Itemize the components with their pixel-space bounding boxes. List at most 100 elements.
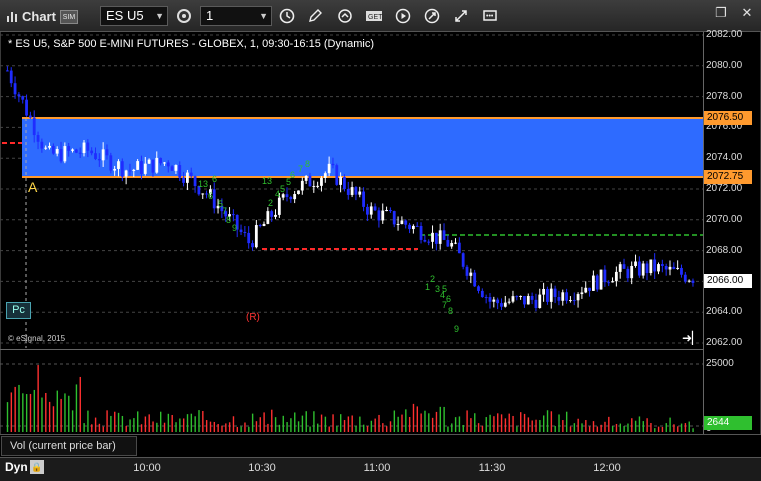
volume-bar: [251, 413, 254, 432]
candle-body: [320, 177, 323, 186]
candle-body: [151, 159, 155, 173]
candle-body: [247, 232, 251, 244]
restore-button[interactable]: ❐: [712, 4, 730, 22]
volume-bar: [504, 418, 507, 432]
candle-body: [672, 266, 676, 269]
price-axis-label: 2078.00: [706, 90, 743, 102]
price-axis-label: 2070.00: [706, 213, 743, 225]
volume-bar: [125, 425, 127, 432]
candle-body: [136, 161, 140, 170]
link-settings-icon[interactable]: [173, 5, 195, 27]
close-button[interactable]: ✕: [738, 4, 756, 22]
price-chart[interactable]: A (R) 13 6657891324 5567 8123456789: [0, 32, 703, 348]
volume-axis-top: 25000: [706, 358, 734, 369]
candle-body: [676, 267, 680, 269]
cursor-tool-icon[interactable]: [450, 5, 472, 27]
candle-body: [584, 287, 588, 293]
sim-badge: SIM: [60, 10, 78, 24]
pencil-icon[interactable]: [304, 5, 326, 27]
volume-bar: [255, 421, 258, 432]
volume-bar: [25, 394, 28, 432]
candle-body: [13, 83, 17, 95]
symbol-select[interactable]: ES U5 ▼: [100, 6, 168, 26]
volume-bar: [129, 419, 131, 432]
svg-text:GET: GET: [368, 14, 383, 21]
refresh-icon[interactable]: [334, 5, 356, 27]
volume-bar: [236, 426, 238, 432]
candle-body: [51, 145, 55, 154]
interval-select[interactable]: 1 ▼: [200, 6, 272, 26]
candle-body: [147, 159, 151, 164]
volume-bar: [535, 419, 537, 432]
volume-bar: [523, 413, 526, 432]
play-icon[interactable]: [392, 5, 414, 27]
candle-body: [239, 229, 243, 233]
candle-body: [392, 211, 396, 225]
volume-bar: [37, 365, 39, 432]
volume-bar: [393, 410, 396, 432]
volume-bar: [554, 426, 556, 432]
candle-body: [480, 290, 484, 298]
candle-body: [105, 149, 109, 156]
volume-pane-label[interactable]: Vol (current price bar): [1, 436, 137, 456]
scroll-to-end-icon[interactable]: ➜▏: [682, 331, 701, 345]
candle-body: [178, 165, 182, 178]
count-label: 2: [430, 274, 435, 284]
dyn-label[interactable]: Dyn: [5, 460, 28, 474]
candle-body: [396, 223, 400, 225]
candle-body: [201, 193, 205, 195]
count-label: 6: [290, 170, 295, 180]
volume-bar: [374, 418, 376, 432]
more-icon[interactable]: •••: [479, 5, 501, 27]
candle-body: [90, 150, 94, 154]
volume-bar: [75, 384, 78, 432]
opening-range-band: [22, 118, 703, 177]
candle-body: [484, 297, 488, 299]
volume-bar: [225, 423, 227, 432]
candle-body: [189, 172, 193, 177]
price-axis-label: 2064.00: [706, 306, 743, 318]
volume-bar: [489, 414, 491, 432]
volume-bar: [431, 417, 434, 432]
candle-body: [281, 194, 285, 198]
candle-body: [285, 194, 289, 198]
candle-body: [618, 264, 622, 272]
volume-bar: [604, 421, 606, 432]
volume-bar: [313, 411, 315, 432]
volume-bar: [558, 414, 560, 432]
candle-body: [530, 295, 534, 300]
candle-body: [434, 232, 438, 244]
candle-body: [308, 175, 312, 187]
candle-body: [641, 263, 645, 276]
volume-bar: [18, 384, 20, 432]
candle-body: [362, 191, 365, 207]
volume-bar: [33, 389, 36, 432]
volume-bar: [83, 423, 85, 432]
volume-bar: [573, 423, 576, 432]
candle-body: [588, 287, 591, 291]
volume-bar: [562, 420, 564, 432]
candle-body: [683, 274, 687, 282]
candle-body: [78, 152, 82, 154]
app-title: Chart: [22, 8, 56, 24]
candle-body: [645, 263, 649, 274]
volume-bar: [569, 426, 572, 432]
get-icon[interactable]: GET: [363, 5, 385, 27]
volume-chart[interactable]: [0, 350, 703, 434]
pc-button[interactable]: Pc: [6, 302, 31, 319]
candle-body: [523, 295, 526, 305]
volume-bar: [336, 426, 338, 432]
candle-body: [327, 163, 331, 174]
lock-icon[interactable]: 🔒: [30, 460, 44, 474]
volume-bar: [405, 409, 407, 432]
candle-body: [511, 296, 515, 302]
volume-bar: [79, 376, 81, 432]
volume-bar: [209, 421, 212, 432]
volume-bar: [370, 420, 373, 432]
volume-bar: [497, 413, 499, 432]
candle-body: [599, 269, 603, 290]
clock-icon[interactable]: [276, 5, 298, 27]
volume-bar: [160, 411, 162, 432]
arrows-icon[interactable]: [421, 5, 443, 27]
candle-body: [155, 157, 159, 173]
